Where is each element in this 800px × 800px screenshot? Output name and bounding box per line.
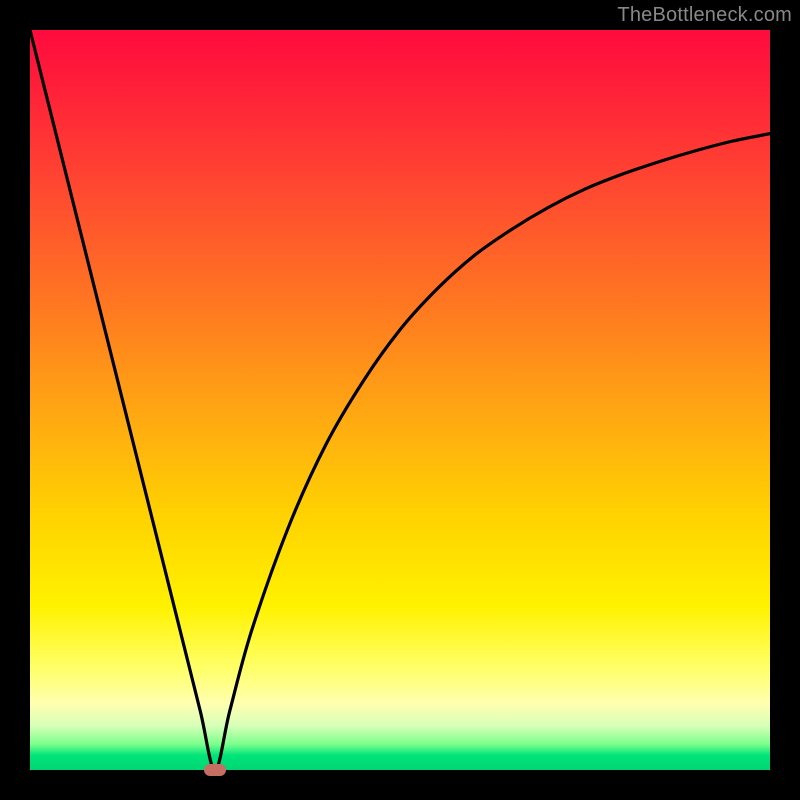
- plot-area: [30, 30, 770, 770]
- optimal-marker: [204, 764, 226, 776]
- bottleneck-curve: [30, 30, 770, 770]
- chart-frame: TheBottleneck.com: [0, 0, 800, 800]
- curve-path: [30, 30, 770, 770]
- watermark-text: TheBottleneck.com: [617, 4, 792, 27]
